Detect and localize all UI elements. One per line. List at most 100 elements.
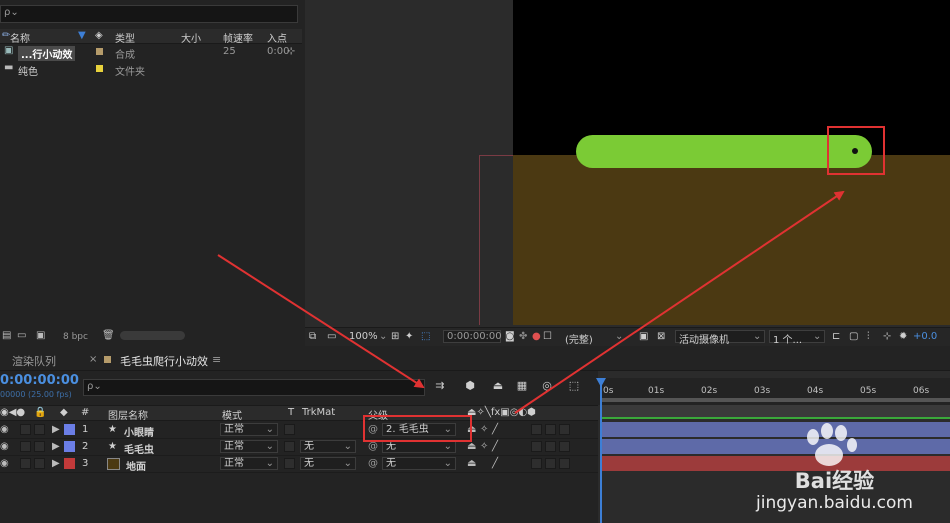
timeline-icon[interactable]: ⫶ [867,331,870,342]
camera-snapshot-icon[interactable]: ◙ [505,331,515,342]
draft-3d-icon[interactable]: ⬢ [463,379,477,393]
mask-icon[interactable]: ✦ [405,331,413,342]
trkmat-dropdown[interactable]: 无 ⌄ [300,457,356,470]
motion-blur-icon[interactable]: ◎ [540,379,554,393]
adjustment-toggle[interactable] [559,441,570,452]
label-swatch[interactable] [96,65,103,72]
col-size[interactable]: 大小 [181,30,201,45]
comp-flowchart-icon[interactable]: ⇉ [433,379,447,393]
solo-toggle[interactable] [20,458,31,469]
bit-depth[interactable]: 8 bpc [63,332,88,342]
preserve-transparency-toggle[interactable] [284,424,295,435]
adjustment-toggle[interactable] [559,424,570,435]
project-item-comp[interactable]: ▣ ...行小动效 合成 25 0:00 ⊹ [0,44,302,61]
col-layer-name[interactable]: 图层名称 [108,407,148,422]
effect-toggle[interactable] [531,441,542,452]
exposure-value[interactable]: +0.0 [913,331,937,342]
flowchart-icon[interactable]: ⊹ [883,331,891,342]
playhead-line[interactable] [600,378,602,523]
always-preview-icon[interactable]: ⧉ [309,331,316,342]
flowchart-icon[interactable]: ⊹ [287,46,295,57]
expand-triangle-icon[interactable]: ▶ [52,424,60,435]
lock-toggle[interactable] [34,441,45,452]
preserve-transparency-toggle[interactable] [284,441,295,452]
timeline-search-input[interactable]: ρ⌄ [83,379,425,396]
lock-toggle[interactable] [34,424,45,435]
resolution-select[interactable]: (完整) [565,331,593,346]
motion-blur-toggle[interactable] [545,441,556,452]
exposure-icon[interactable]: ✹ [899,331,907,342]
current-time[interactable]: 0:00:00:00 [0,373,79,388]
show-snapshot-icon[interactable]: ✤ [519,331,527,342]
trash-icon[interactable]: 🗑 [102,330,115,341]
blend-mode-dropdown[interactable]: 正常 ⌄ [220,457,278,470]
playhead-handle[interactable] [596,378,606,387]
new-folder-icon[interactable]: ▭ [17,330,26,341]
eye-visibility-icon[interactable]: ◉ [0,458,9,469]
solo-toggle[interactable] [20,441,31,452]
layer-row-1[interactable]: ◉ ▶ 1 ★ 小眼睛 正常 ⌄ @ 2. 毛毛虫 ⌄ ⏏ ✧ ╱ [0,421,598,439]
trkmat-dropdown[interactable]: 无 ⌄ [300,440,356,453]
scrollbar[interactable] [120,331,185,340]
quality-switch-icon[interactable]: ╱ [492,458,498,469]
col-inpoint[interactable]: 入点 [267,30,287,45]
collapse-switch-icon[interactable]: ✧ [480,424,488,435]
quality-switch-icon[interactable]: ╱ [492,424,498,435]
zoom-select[interactable]: 100% [349,331,378,342]
layer-name[interactable]: 小眼睛 [124,424,154,439]
pick-whip-icon[interactable]: @ [368,458,378,469]
pick-whip-icon[interactable]: @ [368,441,378,452]
layer-row-2[interactable]: ◉ ▶ 2 ★ 毛毛虫 正常 ⌄ 无 ⌄ @ 无 ⌄ ⏏ ✧ ╱ [0,438,598,456]
layer-row-3[interactable]: ◉ ▶ 3 地面 正常 ⌄ 无 ⌄ @ 无 ⌄ ⏏ ╱ [0,455,598,473]
ground-layer[interactable] [513,155,950,325]
effect-toggle[interactable] [531,424,542,435]
layer-name[interactable]: 毛毛虫 [124,441,154,456]
expand-triangle-icon[interactable]: ▶ [52,441,60,452]
work-area-bar[interactable] [600,398,950,402]
preserve-transparency-toggle[interactable] [284,458,295,469]
layer-name[interactable]: 地面 [126,458,146,473]
sort-down-icon[interactable]: ▼ [78,30,86,41]
shy-switch-icon[interactable]: ⏏ [467,441,476,452]
solo-toggle[interactable] [20,424,31,435]
collapse-switch-icon[interactable]: ✧ [480,441,488,452]
region-icon[interactable]: ⬚ [421,331,430,342]
project-item-folder[interactable]: ▬ 纯色 文件夹 [0,61,302,78]
project-search-input[interactable]: ρ⌄ [0,5,298,23]
monitor-icon[interactable]: ▭ [327,331,336,342]
transparency-grid-icon[interactable]: ⊠ [657,331,665,342]
col-framerate[interactable]: 帧速率 [223,30,253,45]
col-trkmat[interactable]: TrkMat [302,407,335,418]
eye-visibility-icon[interactable]: ◉ [0,441,9,452]
grid-icon[interactable]: ⊞ [391,331,399,342]
col-t[interactable]: T [288,407,294,418]
interpret-footage-icon[interactable]: ▤ [2,330,11,341]
shy-layers-icon[interactable]: ⏏ [491,379,505,393]
motion-blur-toggle[interactable] [545,458,556,469]
shy-switch-icon[interactable]: ⏏ [467,458,476,469]
tab-composition[interactable]: 毛毛虫爬行小动效 [120,353,208,369]
region-of-interest-icon[interactable]: ▣ [639,331,648,342]
effect-toggle[interactable] [531,458,542,469]
adjustment-toggle[interactable] [559,458,570,469]
panel-menu-icon[interactable]: ≡ [212,353,221,366]
toggle-pixel-icon[interactable]: ⊏ [832,331,840,342]
new-composition-icon[interactable]: ▣ [36,330,45,341]
label-swatch[interactable] [96,48,103,55]
quality-switch-icon[interactable]: ╱ [492,441,498,452]
close-icon[interactable]: × [89,354,97,365]
expand-triangle-icon[interactable]: ▶ [52,458,60,469]
lock-toggle[interactable] [34,458,45,469]
parent-dropdown[interactable]: 无 ⌄ [382,457,456,470]
col-number[interactable]: # [81,407,89,418]
layer-label-color[interactable] [64,441,75,452]
frame-blending-icon[interactable]: ▦ [515,379,529,393]
col-name[interactable]: 名称 [10,30,30,45]
layer-label-color[interactable] [64,458,75,469]
graph-editor-icon[interactable]: ⬚ [567,379,581,393]
layer-label-color[interactable] [64,424,75,435]
blend-mode-dropdown[interactable]: 正常 ⌄ [220,440,278,453]
tab-render-queue[interactable]: 渲染队列 [12,353,56,369]
col-mode[interactable]: 模式 [222,407,242,422]
eye-visibility-icon[interactable]: ◉ [0,424,9,435]
